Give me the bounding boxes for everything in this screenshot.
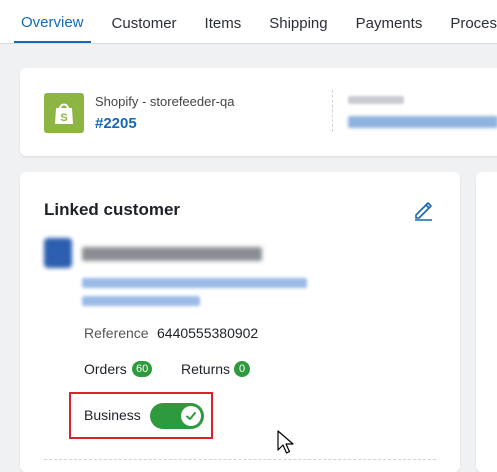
business-label: Business <box>84 407 141 423</box>
redacted-customer-email[interactable] <box>82 278 307 288</box>
orders-count-badge: 60 <box>132 361 153 377</box>
redacted-customer-name <box>82 247 262 261</box>
order-number-link[interactable]: #2205 <box>95 115 137 132</box>
reference-value: 6440555380902 <box>157 325 259 341</box>
tab-bar: Overview Customer Items Shipping Payment… <box>0 0 497 44</box>
divider <box>332 90 333 132</box>
business-toggle-highlight: Business <box>69 392 213 439</box>
business-toggle[interactable] <box>150 403 204 429</box>
order-summary-card: S Shopify - storefeeder-qa #2205 <box>20 68 497 156</box>
linked-customer-title: Linked customer <box>44 200 181 219</box>
redacted-customer-label <box>348 96 404 104</box>
tab-overview[interactable]: Overview <box>14 0 91 43</box>
shop-name: Shopify - storefeeder-qa <box>95 94 235 109</box>
tab-shipping[interactable]: Shipping <box>262 0 334 43</box>
mouse-cursor-icon <box>277 430 295 461</box>
tab-process[interactable]: Process <box>443 0 497 43</box>
linked-customer-card: Linked customer Reference 6440555380902 … <box>20 172 460 472</box>
pencil-icon[interactable] <box>412 199 434 221</box>
redacted-customer-phone[interactable] <box>82 296 200 306</box>
shopify-bag-icon: S <box>44 93 84 133</box>
divider <box>44 459 436 460</box>
tab-items[interactable]: Items <box>198 0 249 43</box>
checkmark-icon <box>181 406 201 426</box>
returns-label: Returns <box>181 361 231 377</box>
avatar <box>44 238 72 268</box>
returns-count-badge: 0 <box>234 361 250 377</box>
tab-payments[interactable]: Payments <box>349 0 430 43</box>
redacted-customer-link[interactable] <box>348 116 497 128</box>
svg-text:S: S <box>60 112 67 124</box>
orders-label: Orders <box>84 361 127 377</box>
reference-label: Reference <box>84 325 149 341</box>
side-card <box>476 172 497 472</box>
tab-customer[interactable]: Customer <box>105 0 184 43</box>
